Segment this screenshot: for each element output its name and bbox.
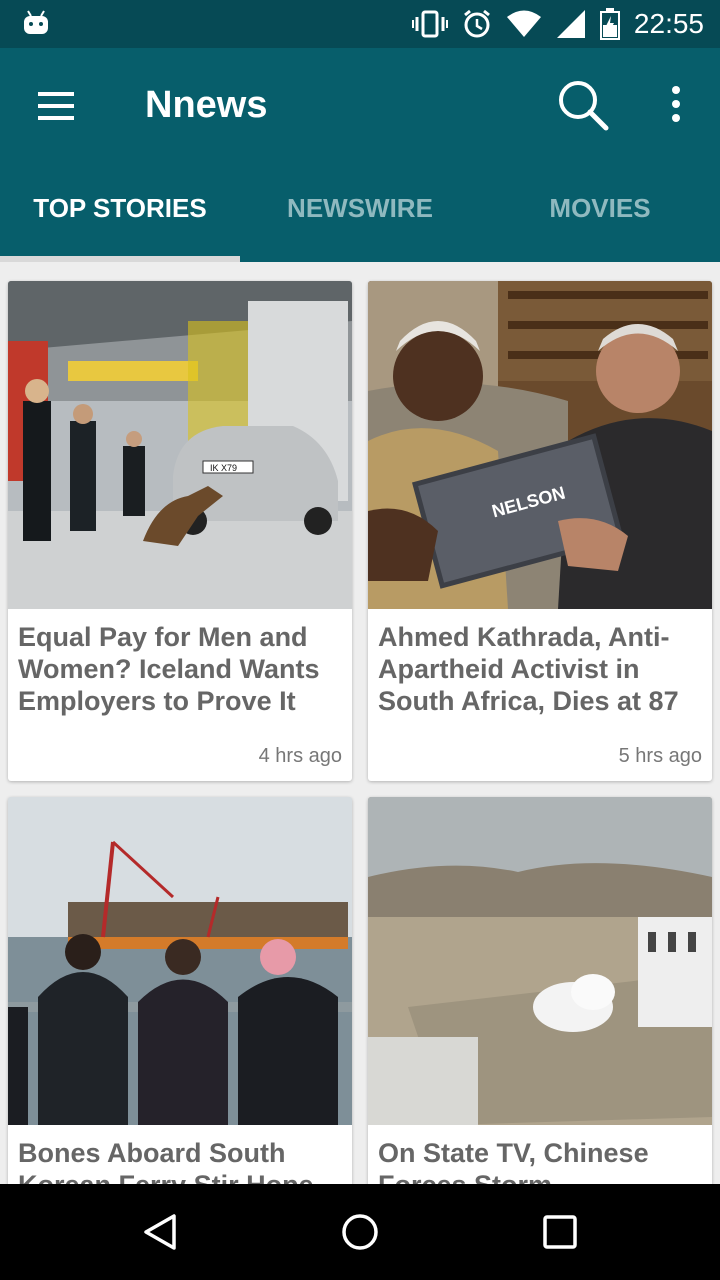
story-time: 4 hrs ago [258,745,342,767]
home-icon[interactable] [340,1212,380,1252]
signal-icon [556,10,585,38]
tab-top-stories[interactable]: TOP STORIES [0,158,240,258]
story-title[interactable]: On State TV, Chinese Forces Storm [378,1137,704,1184]
status-bar: 22:55 [0,0,720,48]
search-icon[interactable] [556,78,612,134]
story-image: NELSON [368,281,712,609]
story-time: 5 hrs ago [618,745,702,767]
story-card[interactable]: On State TV, Chinese Forces Storm [368,797,712,1184]
story-card[interactable]: Bones Aboard South Korean Ferry Stir Hop… [8,797,352,1184]
wifi-icon [506,10,541,37]
license-plate-text: IK X79 [210,463,237,473]
more-vert-icon[interactable] [664,84,688,124]
android-icon [24,10,48,34]
navigation-bar [0,1184,720,1280]
stories-list[interactable]: IK X79 Equal Pay for Men and Women? Icel… [0,262,720,1184]
back-icon[interactable] [140,1212,180,1252]
menu-icon[interactable] [36,88,76,124]
app-bar: Nnews TOP STORIES NEWSWIRE MOVIES [0,48,720,262]
status-clock: 22:55 [633,8,704,39]
tab-bar: TOP STORIES NEWSWIRE MOVIES [0,158,720,262]
story-title[interactable]: Equal Pay for Men and Women? Iceland Wan… [18,621,344,717]
recents-icon[interactable] [540,1212,580,1252]
vibrate-icon [411,10,448,38]
battery-icon [599,8,620,40]
alarm-icon [463,9,490,38]
story-card[interactable]: NELSON Ahmed Kathrada, Anti-Apartheid Ac… [368,281,712,781]
story-title[interactable]: Bones Aboard South Korean Ferry Stir Hop… [18,1137,344,1184]
story-image [8,797,352,1125]
app-title: Nnews [145,84,268,126]
story-card[interactable]: IK X79 Equal Pay for Men and Women? Icel… [8,281,352,781]
tab-newswire[interactable]: NEWSWIRE [240,158,480,258]
tab-movies[interactable]: MOVIES [480,158,720,258]
story-image: IK X79 [8,281,352,609]
story-image [368,797,712,1125]
story-title[interactable]: Ahmed Kathrada, Anti-Apartheid Activist … [378,621,704,717]
